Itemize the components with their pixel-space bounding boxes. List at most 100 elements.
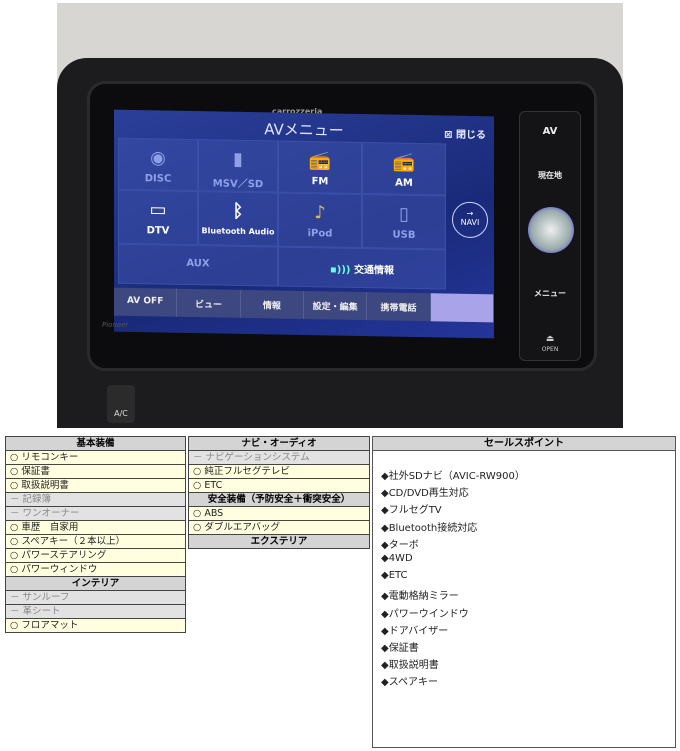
sales-point-item: ◆Bluetooth接続対応 [381, 522, 478, 534]
status-mark: － [10, 605, 20, 617]
table-row: － 記録簿 [5, 492, 186, 507]
status-mark: － [10, 493, 20, 505]
equipment-item: ○ スペアキー（２本以上） [5, 534, 186, 549]
equipment-item: ○ 保証書 [5, 464, 186, 479]
status-mark: ○ [10, 521, 19, 533]
equipment-label: ABS [204, 507, 224, 519]
equipment-item: ○ ダブルエアバッグ [188, 520, 370, 535]
status-mark: ○ [10, 619, 19, 631]
equipment-item: － 革シート [5, 604, 186, 619]
status-mark: ○ [10, 465, 19, 477]
section-header: 基本装備 [5, 436, 186, 451]
status-mark: ○ [10, 549, 19, 561]
equipment-label: サンルーフ [22, 591, 70, 603]
status-mark: － [193, 451, 203, 463]
arrow-right-icon: → [466, 208, 474, 218]
equipment-label: 革シート [22, 605, 61, 617]
radio-icon: 📻 [308, 150, 332, 172]
tile-label: iPod [307, 228, 333, 240]
equipment-item: ○ リモコンキー [5, 450, 186, 465]
tab-view: ビュー [177, 288, 241, 318]
equipment-label: パワーウィンドウ [21, 563, 98, 575]
tile-label: AM [395, 177, 413, 189]
tile-label: FM [311, 176, 329, 188]
navi-label: NAVI [460, 217, 480, 228]
equipment-label: スペアキー（２本以上） [21, 535, 126, 547]
pioneer-logo: Pioneer [102, 321, 129, 329]
sales-point-item: ◆フルセグTV [381, 505, 442, 517]
sales-point-item: ◆4WD [381, 552, 413, 564]
status-mark: ○ [193, 521, 202, 533]
tile-label: Bluetooth Audio [201, 226, 275, 237]
equipment-label: 記録簿 [22, 493, 52, 505]
equipment-label: ナビゲーションシステム [205, 451, 310, 463]
close-label: 閉じる [456, 129, 486, 142]
equipment-item: ○ 取扱説明書 [5, 478, 186, 493]
tile-aux: AUX [118, 243, 278, 287]
tile-disc: ◉ DISC [118, 137, 198, 192]
close-button: ⊠ 閉じる [444, 129, 486, 142]
equipment-label: フロアマット [21, 619, 79, 631]
table-row: ○ ETC [188, 478, 370, 493]
tile-label: DISC [144, 173, 172, 185]
eject-button: ⏏ OPEN [520, 334, 580, 354]
status-mark: ○ [10, 563, 19, 575]
sd-card-icon: ▮ [233, 148, 243, 170]
table-row: ○ フロアマット [5, 618, 186, 633]
sales-point-item: ◆CD/DVD再生対応 [381, 488, 469, 500]
equipment-label: 取扱説明書 [21, 479, 69, 491]
equipment-item: － 記録簿 [5, 492, 186, 507]
tile-label: DTV [146, 225, 170, 237]
table-row: － サンルーフ [5, 590, 186, 605]
tab-av-off: AV OFF [114, 287, 178, 317]
tile-msv-sd: ▮ MSV／SD [198, 139, 278, 193]
menu-button: メニュー [534, 289, 566, 298]
equipment-item: ○ 車歴 自家用 [5, 520, 186, 535]
equipment-table-middle: ナビ・オーディオ－ ナビゲーションシステム ○ 純正フルセグテレビ ○ ETC 安全装… [188, 436, 370, 549]
sales-point-item: ◆ターボ [381, 539, 419, 551]
table-row: ○ 車歴 自家用 [5, 520, 186, 535]
sales-point-item: ◆パワーウインドウ [381, 608, 469, 620]
equipment-label: ダブルエアバッグ [204, 521, 280, 533]
table-row: ○ パワーステアリング [5, 548, 186, 563]
table-row: ○ ABS [188, 506, 370, 521]
table-row: ○ パワーウィンドウ [5, 562, 186, 577]
tile-label: AUX [186, 257, 210, 270]
bluetooth-icon: ᛒ [232, 200, 244, 222]
equipment-label: パワーステアリング [21, 549, 107, 561]
equipment-item: ○ パワーウィンドウ [5, 562, 186, 577]
tile-fm: 📻 FM [278, 140, 362, 195]
status-mark: ○ [10, 479, 19, 491]
equipment-label: ETC [204, 479, 223, 491]
equipment-label: 純正フルセグテレビ [204, 465, 290, 477]
sales-point-item: ◆ドアバイザー [381, 625, 449, 637]
equipment-item: ○ 純正フルセグテレビ [188, 464, 370, 479]
table-row: － ワンオーナー [5, 506, 186, 521]
av-menu-screen: AVメニュー ⊠ 閉じる ◉ DISC ▮ MSV／SD 📻 FM 📻 AM ▭ DTV … [114, 109, 494, 339]
sales-points-box: セールスポイント ◆社外SDナビ（AVIC-RW900） ◆CD/DVD再生対応 ◆… [372, 436, 676, 748]
tile-usb: ▯ USB [362, 194, 446, 250]
open-label: OPEN [541, 346, 559, 353]
tab-phone: 携帯電話 [367, 292, 431, 322]
tv-icon: ▭ [149, 199, 167, 221]
tab-settings: 設定・編集 [303, 290, 368, 321]
disc-icon: ◉ [150, 147, 166, 169]
table-row: － 革シート [5, 604, 186, 619]
status-mark: － [10, 507, 20, 519]
sales-points-list: ◆社外SDナビ（AVIC-RW900） ◆CD/DVD再生対応 ◆フルセグTV ◆Bl… [373, 467, 675, 690]
tab-info: 情報 [240, 289, 304, 319]
music-note-icon: ♪ [314, 202, 326, 224]
sales-point-item: ◆保証書 [381, 642, 419, 654]
signal-icon: ▪))) [330, 264, 354, 276]
status-mark: ○ [193, 507, 202, 519]
control-panel: AV 現在地 メニュー ⏏ OPEN [519, 111, 581, 361]
tile-bluetooth-audio: ᛒ Bluetooth Audio [198, 191, 278, 247]
tile-dtv: ▭ DTV [118, 189, 198, 246]
sales-point-item: ◆ETC [381, 570, 408, 582]
status-mark: ○ [193, 465, 202, 477]
table-row: ○ 保証書 [5, 464, 186, 479]
status-mark: ○ [193, 479, 202, 491]
equipment-label: 車歴 自家用 [21, 521, 79, 533]
status-mark: － [10, 591, 20, 603]
equipment-label: 保証書 [21, 465, 50, 477]
